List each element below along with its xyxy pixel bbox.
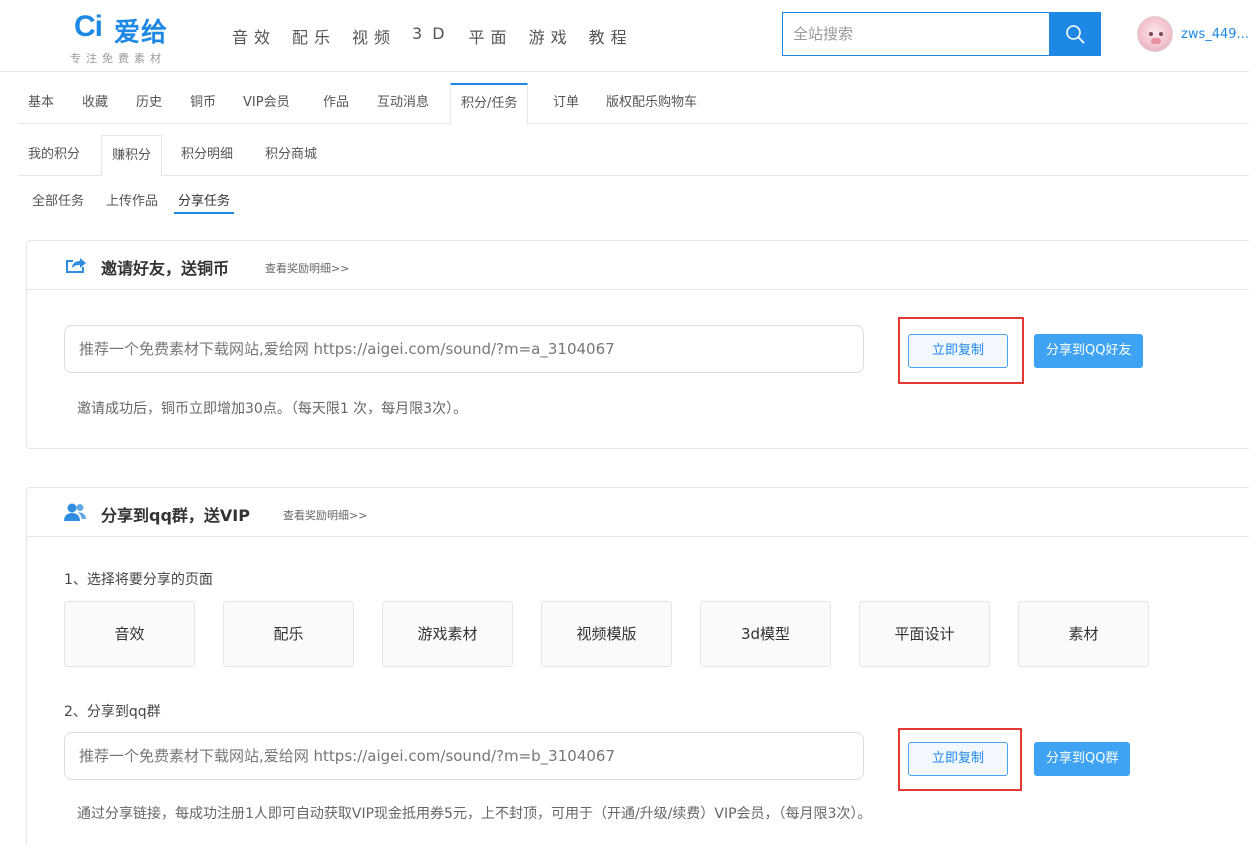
qq-group-note: 通过分享链接，每成功注册1人即可自动获取VIP现金抵用券5元，上不封顶，可用于（… <box>77 806 872 822</box>
tab-basic[interactable]: 基本 <box>28 83 54 124</box>
tab-works[interactable]: 作品 <box>323 83 349 124</box>
search-input[interactable] <box>783 13 1050 55</box>
tab-points-tasks[interactable]: 积分/任务 <box>450 83 529 125</box>
share-qq-friend-button[interactable]: 分享到QQ好友 <box>1034 334 1144 368</box>
qq-group-link-field[interactable]: 推荐一个免费素材下载网站,爱给网 https://aigei.com/sound… <box>64 732 864 780</box>
tab-share-tasks[interactable]: 分享任务 <box>174 190 235 214</box>
tab-all-tasks[interactable]: 全部任务 <box>32 190 84 214</box>
tab-orders[interactable]: 订单 <box>553 83 579 124</box>
tab-favorites[interactable]: 收藏 <box>82 83 108 124</box>
logo-mark: Ci <box>74 10 103 43</box>
logo-tagline: 专注免费素材 <box>70 52 166 65</box>
nav-item-game[interactable]: 游戏 <box>529 24 573 48</box>
main-nav: 音效 配乐 视频 3D 平面 游戏 教程 <box>232 24 649 48</box>
search-icon <box>1065 25 1084 44</box>
tab-points-detail[interactable]: 积分明细 <box>181 135 233 176</box>
qq-group-panel: 分享到qq群，送VIP 查看奖励明细>> 1、选择将要分享的页面 音效 配乐 游… <box>26 487 1249 845</box>
invite-title: 邀请好友，送铜币 <box>101 259 230 278</box>
points-tabs: 我的积分 赚积分 积分明细 积分商城 <box>18 135 1249 177</box>
invite-detail-link[interactable]: 查看奖励明细>> <box>265 260 349 276</box>
copy-button[interactable]: 立即复制 <box>908 742 1008 776</box>
qq-group-detail-link[interactable]: 查看奖励明细>> <box>283 507 367 523</box>
step2-label: 2、分享到qq群 <box>64 704 161 720</box>
invite-panel: 邀请好友，送铜币 查看奖励明细>> 推荐一个免费素材下载网站,爱给网 https… <box>26 240 1249 449</box>
avatar-eye <box>1159 32 1163 36</box>
tab-coins[interactable]: 铜币 <box>190 83 216 124</box>
category-game-assets[interactable]: 游戏素材 <box>382 601 513 667</box>
nav-item-music[interactable]: 配乐 <box>292 24 336 48</box>
site-logo[interactable]: Ci 爱给 专注免费素材 <box>70 8 200 66</box>
step1-label: 1、选择将要分享的页面 <box>64 572 213 588</box>
share-icon <box>66 258 86 273</box>
nav-item-tutorial[interactable]: 教程 <box>589 24 633 48</box>
category-video-template[interactable]: 视频模版 <box>541 601 672 667</box>
tab-earn-points[interactable]: 赚积分 <box>101 135 163 177</box>
users-icon <box>64 503 86 521</box>
invite-link-field[interactable]: 推荐一个免费素材下载网站,爱给网 https://aigei.com/sound… <box>64 325 864 373</box>
category-music[interactable]: 配乐 <box>223 601 354 667</box>
category-graphic-design[interactable]: 平面设计 <box>859 601 990 667</box>
avatar-nose <box>1151 38 1161 44</box>
tab-messages[interactable]: 互动消息 <box>377 83 429 124</box>
qq-group-panel-header: 分享到qq群，送VIP 查看奖励明细>> <box>27 488 1249 537</box>
category-sound[interactable]: 音效 <box>64 601 195 667</box>
account-tabs: 基本 收藏 历史 铜币 VIP会员 作品 互动消息 积分/任务 订单 版权配乐购… <box>18 83 1249 125</box>
nav-item-graphic[interactable]: 平面 <box>469 24 513 48</box>
top-header: Ci 爱给 专注免费素材 音效 配乐 视频 3D 平面 游戏 教程 zws_44… <box>0 0 1249 72</box>
share-qq-group-button[interactable]: 分享到QQ群 <box>1034 742 1131 776</box>
nav-item-video[interactable]: 视频 <box>352 24 396 48</box>
username-link[interactable]: zws_449... <box>1181 27 1249 42</box>
nav-item-sound[interactable]: 音效 <box>232 24 276 48</box>
avatar[interactable] <box>1137 16 1173 52</box>
avatar-eye <box>1149 32 1153 36</box>
invite-panel-header: 邀请好友，送铜币 查看奖励明细>> <box>27 241 1249 290</box>
copy-button[interactable]: 立即复制 <box>908 334 1008 368</box>
tab-history[interactable]: 历史 <box>136 83 162 124</box>
tab-music-cart[interactable]: 版权配乐购物车 <box>606 83 697 124</box>
category-3d-model[interactable]: 3d模型 <box>700 601 831 667</box>
category-material[interactable]: 素材 <box>1018 601 1149 667</box>
qq-group-title: 分享到qq群，送VIP <box>101 506 250 525</box>
tab-points-mall[interactable]: 积分商城 <box>265 135 317 176</box>
site-search <box>782 12 1101 56</box>
search-button[interactable] <box>1049 13 1100 55</box>
logo-name: 爱给 <box>114 18 169 48</box>
tab-vip[interactable]: VIP会员 <box>243 83 290 124</box>
invite-note: 邀请成功后，铜币立即增加30点。（每天限1 次，每月限3次）。 <box>77 401 468 417</box>
tab-my-points[interactable]: 我的积分 <box>28 135 80 176</box>
tab-upload-works[interactable]: 上传作品 <box>106 190 158 214</box>
nav-item-3d[interactable]: 3D <box>412 24 455 48</box>
